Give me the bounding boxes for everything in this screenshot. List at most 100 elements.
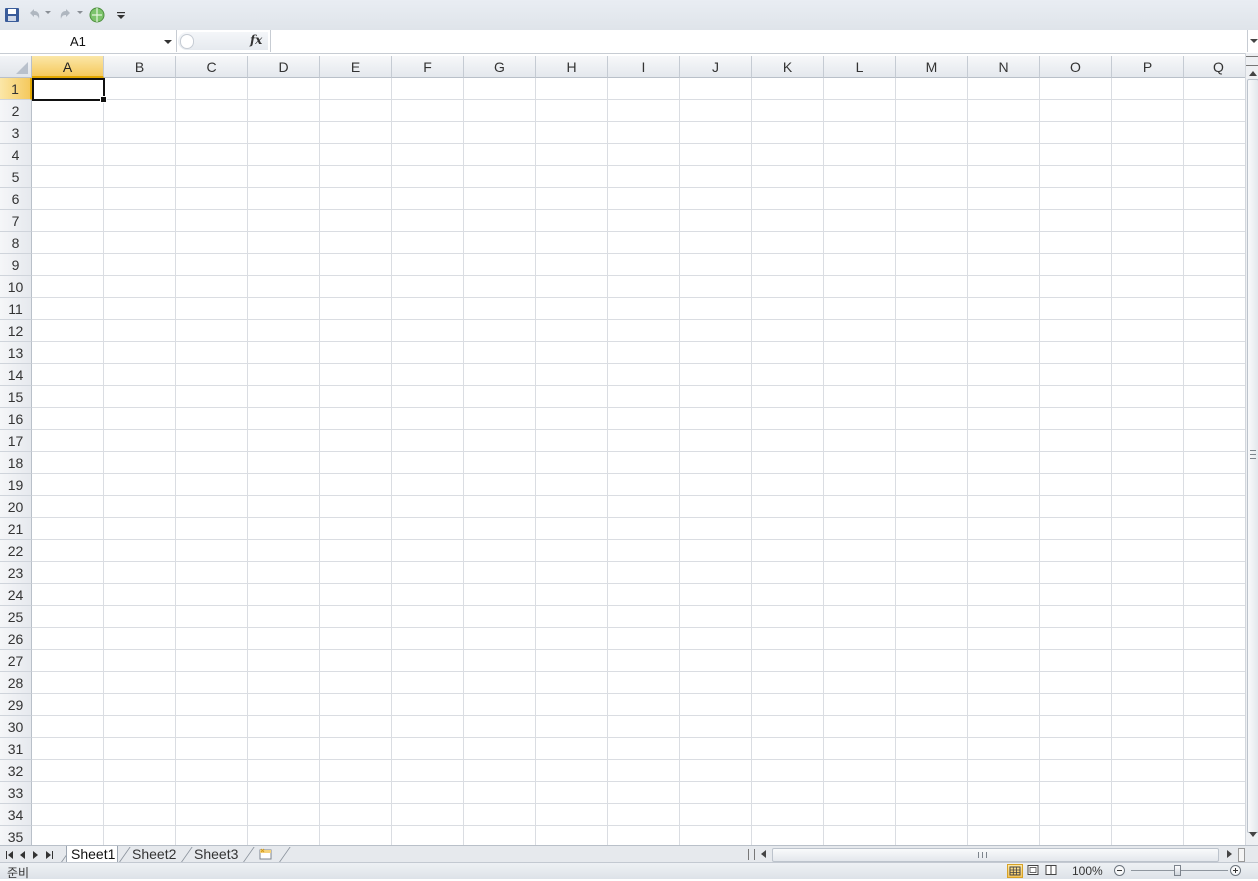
column-header-c[interactable]: C bbox=[176, 56, 248, 78]
row-header-12[interactable]: 12 bbox=[0, 320, 32, 342]
row-header-34[interactable]: 34 bbox=[0, 804, 32, 826]
insert-function-button[interactable]: fx bbox=[250, 33, 262, 47]
column-header-f[interactable]: F bbox=[392, 56, 464, 78]
first-sheet-button[interactable] bbox=[4, 849, 16, 860]
column-gridline bbox=[751, 78, 752, 845]
column-header-q[interactable]: Q bbox=[1184, 56, 1245, 78]
name-box-value[interactable]: A1 bbox=[70, 34, 86, 49]
row-header-11[interactable]: 11 bbox=[0, 298, 32, 320]
redo-dropdown-icon[interactable] bbox=[77, 11, 83, 14]
row-header-13[interactable]: 13 bbox=[0, 342, 32, 364]
row-header-7[interactable]: 7 bbox=[0, 210, 32, 232]
column-header-n[interactable]: N bbox=[968, 56, 1040, 78]
worksheet-grid[interactable]: A B C D E F G H I J K L M N O P Q 1 2 3 4 5 6 7 8 9 10 11 12 13 14 15 16… bbox=[0, 56, 1245, 845]
splitter-knob[interactable] bbox=[180, 34, 194, 49]
row-header-30[interactable]: 30 bbox=[0, 716, 32, 738]
scroll-down-arrow-icon[interactable] bbox=[1249, 832, 1257, 837]
row-header-31[interactable]: 31 bbox=[0, 738, 32, 760]
column-header-e[interactable]: E bbox=[320, 56, 392, 78]
row-header-21[interactable]: 21 bbox=[0, 518, 32, 540]
zoom-slider-thumb[interactable] bbox=[1174, 865, 1181, 876]
sheet-tab-sheet3[interactable]: Sheet3 bbox=[190, 846, 244, 863]
insert-sheet-icon[interactable] bbox=[259, 848, 273, 860]
zoom-in-button[interactable] bbox=[1230, 865, 1241, 876]
row-header-19[interactable]: 19 bbox=[0, 474, 32, 496]
redo-icon[interactable] bbox=[58, 7, 74, 23]
name-box-dropdown-icon[interactable] bbox=[164, 40, 172, 44]
column-header-d[interactable]: D bbox=[248, 56, 320, 78]
column-header-o[interactable]: O bbox=[1040, 56, 1112, 78]
column-header-k[interactable]: K bbox=[752, 56, 824, 78]
row-header-22[interactable]: 22 bbox=[0, 540, 32, 562]
row-header-8[interactable]: 8 bbox=[0, 232, 32, 254]
scroll-left-arrow-icon[interactable] bbox=[761, 850, 766, 858]
vertical-scrollbar[interactable] bbox=[1245, 53, 1258, 845]
row-header-16[interactable]: 16 bbox=[0, 408, 32, 430]
row-header-33[interactable]: 33 bbox=[0, 782, 32, 804]
row-header-25[interactable]: 25 bbox=[0, 606, 32, 628]
row-header-15[interactable]: 15 bbox=[0, 386, 32, 408]
vertical-scroll-thumb[interactable] bbox=[1247, 79, 1258, 833]
vertical-split-handle[interactable] bbox=[1246, 56, 1258, 66]
row-header-14[interactable]: 14 bbox=[0, 364, 32, 386]
next-sheet-button[interactable] bbox=[30, 849, 42, 860]
formula-input[interactable] bbox=[270, 30, 1246, 52]
active-cell[interactable] bbox=[32, 78, 107, 103]
save-icon[interactable] bbox=[4, 7, 20, 23]
page-layout-view-button[interactable] bbox=[1026, 864, 1042, 878]
row-header-6[interactable]: 6 bbox=[0, 188, 32, 210]
undo-icon[interactable] bbox=[26, 7, 42, 23]
scroll-right-arrow-icon[interactable] bbox=[1227, 850, 1232, 858]
page-break-view-button[interactable] bbox=[1044, 864, 1060, 878]
row-gridline bbox=[32, 803, 1245, 804]
row-header-17[interactable]: 17 bbox=[0, 430, 32, 452]
row-header-3[interactable]: 3 bbox=[0, 122, 32, 144]
undo-dropdown-icon[interactable] bbox=[45, 11, 51, 14]
expand-formula-bar-button[interactable] bbox=[1247, 30, 1258, 52]
row-header-4[interactable]: 4 bbox=[0, 144, 32, 166]
row-header-35[interactable]: 35 bbox=[0, 826, 32, 845]
normal-view-button[interactable] bbox=[1007, 864, 1023, 878]
row-header-2[interactable]: 2 bbox=[0, 100, 32, 122]
zoom-out-button[interactable] bbox=[1114, 865, 1125, 876]
row-header-32[interactable]: 32 bbox=[0, 760, 32, 782]
column-header-i[interactable]: I bbox=[608, 56, 680, 78]
column-header-l[interactable]: L bbox=[824, 56, 896, 78]
column-header-p[interactable]: P bbox=[1112, 56, 1184, 78]
column-header-g[interactable]: G bbox=[464, 56, 536, 78]
row-header-5[interactable]: 5 bbox=[0, 166, 32, 188]
row-header-24[interactable]: 24 bbox=[0, 584, 32, 606]
column-header-m[interactable]: M bbox=[896, 56, 968, 78]
row-header-26[interactable]: 26 bbox=[0, 628, 32, 650]
browser-icon[interactable] bbox=[89, 7, 105, 23]
zoom-level[interactable]: 100% bbox=[1072, 864, 1103, 878]
row-header-20[interactable]: 20 bbox=[0, 496, 32, 518]
row-header-9[interactable]: 9 bbox=[0, 254, 32, 276]
name-box[interactable]: A1 bbox=[0, 30, 177, 52]
column-header-h[interactable]: H bbox=[536, 56, 608, 78]
row-header-28[interactable]: 28 bbox=[0, 672, 32, 694]
horizontal-split-handle[interactable] bbox=[1238, 848, 1245, 862]
last-sheet-button[interactable] bbox=[43, 849, 55, 860]
customize-toolbar-icon[interactable] bbox=[113, 7, 129, 23]
column-header-a[interactable]: A bbox=[32, 56, 104, 78]
scroll-up-arrow-icon[interactable] bbox=[1249, 71, 1257, 76]
tab-split-handle[interactable] bbox=[748, 849, 755, 860]
column-gridline bbox=[823, 78, 824, 845]
row-header-1[interactable]: 1 bbox=[0, 78, 32, 100]
row-header-23[interactable]: 23 bbox=[0, 562, 32, 584]
sheet-tab-sheet2[interactable]: Sheet2 bbox=[128, 846, 182, 863]
row-header-18[interactable]: 18 bbox=[0, 452, 32, 474]
row-gridline bbox=[32, 517, 1245, 518]
row-header-27[interactable]: 27 bbox=[0, 650, 32, 672]
select-all-button[interactable] bbox=[0, 56, 32, 78]
sheet-tab-sheet1[interactable]: Sheet1 bbox=[66, 846, 118, 863]
horizontal-scrollbar[interactable] bbox=[745, 847, 1245, 862]
row-header-29[interactable]: 29 bbox=[0, 694, 32, 716]
thumb-grip-icon bbox=[1250, 450, 1256, 459]
horizontal-scroll-thumb[interactable] bbox=[772, 848, 1219, 862]
column-header-j[interactable]: J bbox=[680, 56, 752, 78]
row-header-10[interactable]: 10 bbox=[0, 276, 32, 298]
column-header-b[interactable]: B bbox=[104, 56, 176, 78]
previous-sheet-button[interactable] bbox=[17, 849, 29, 860]
